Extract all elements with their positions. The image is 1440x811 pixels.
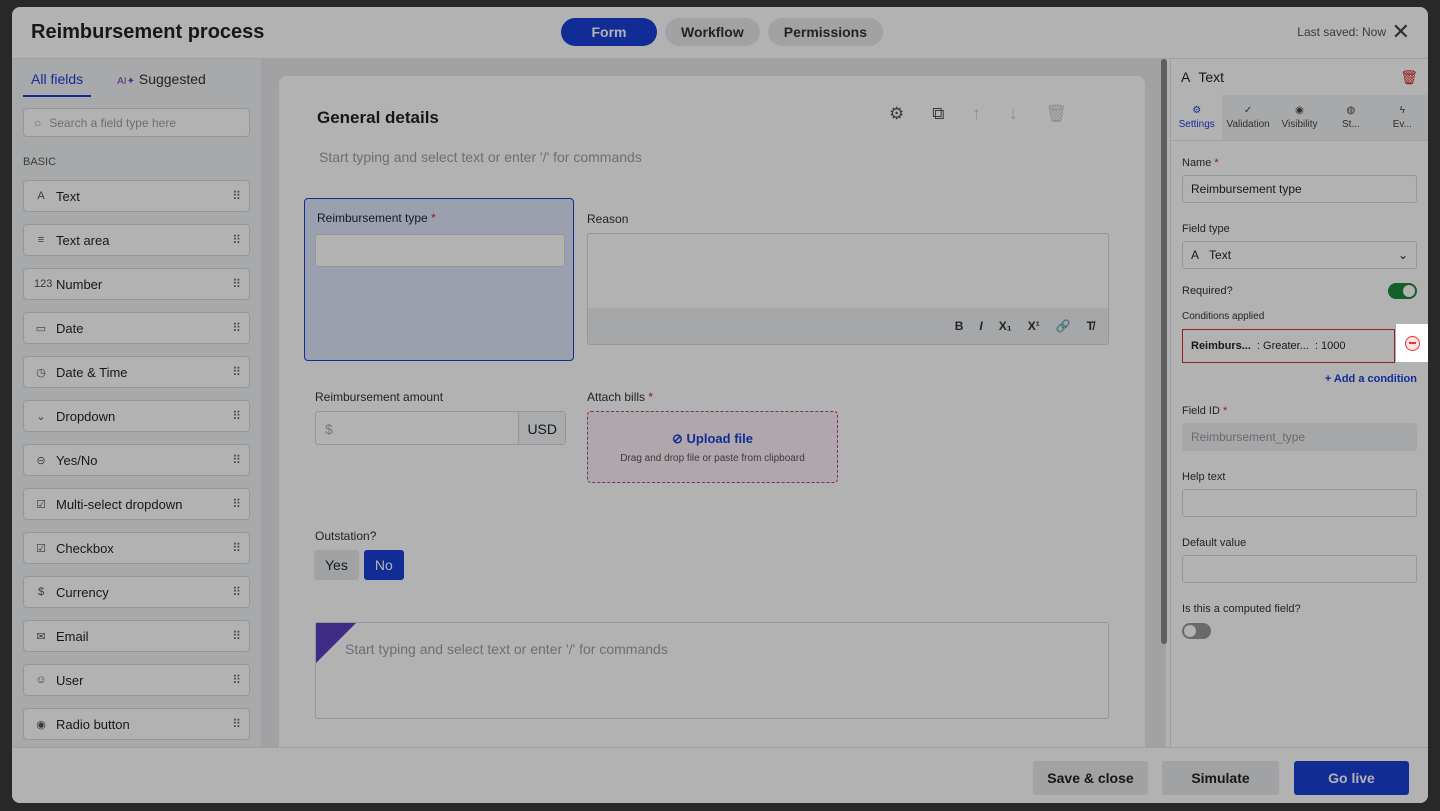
minus-circle-icon <box>1404 335 1420 351</box>
remove-condition-button[interactable] <box>1396 324 1428 362</box>
dim-overlay <box>0 0 1440 811</box>
